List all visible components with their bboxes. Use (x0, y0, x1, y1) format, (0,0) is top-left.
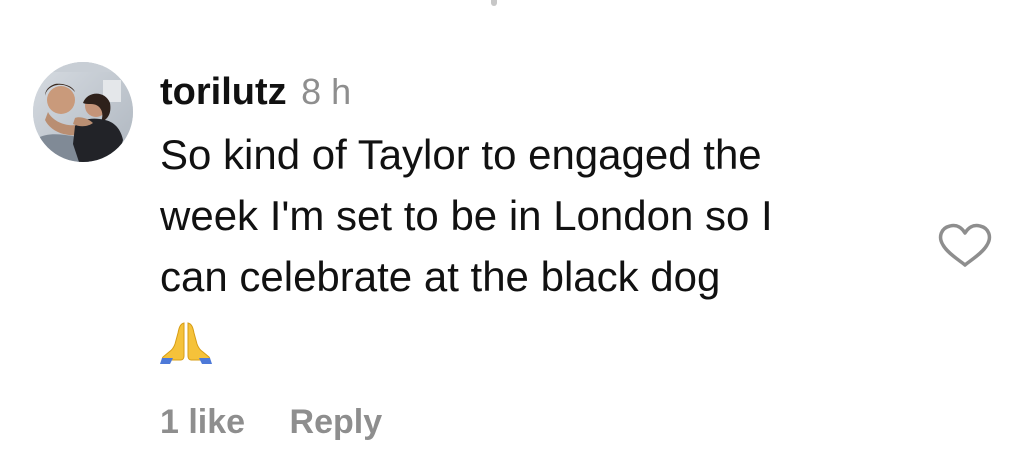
comment-emoji-row (160, 313, 920, 371)
comment-timestamp: 8 h (301, 71, 352, 112)
comment-line-1: So kind of Taylor to engaged the (160, 131, 762, 178)
reply-button[interactable]: Reply (290, 403, 383, 441)
heart-outline-icon (938, 223, 992, 267)
likes-count[interactable]: 1 like (160, 403, 245, 441)
comment-header: torilutz 8 h (160, 68, 920, 116)
top-edge-mark (491, 0, 497, 6)
comment-line-2: week I'm set to be in London so I (160, 192, 773, 239)
comment-text: So kind of Taylor to engaged the week I'… (160, 124, 920, 307)
username[interactable]: torilutz (160, 71, 287, 113)
comment-footer: 1 like Reply (160, 400, 382, 444)
comment-line-3: can celebrate at the black dog (160, 253, 721, 300)
praying-hands-emoji (160, 322, 212, 364)
avatar[interactable] (33, 62, 133, 162)
avatar-photo-icon (33, 62, 133, 162)
like-button[interactable] (938, 223, 992, 269)
comment-content: torilutz 8 h So kind of Taylor to engage… (160, 68, 920, 371)
comment-thread: torilutz 8 h So kind of Taylor to engage… (0, 0, 1024, 473)
